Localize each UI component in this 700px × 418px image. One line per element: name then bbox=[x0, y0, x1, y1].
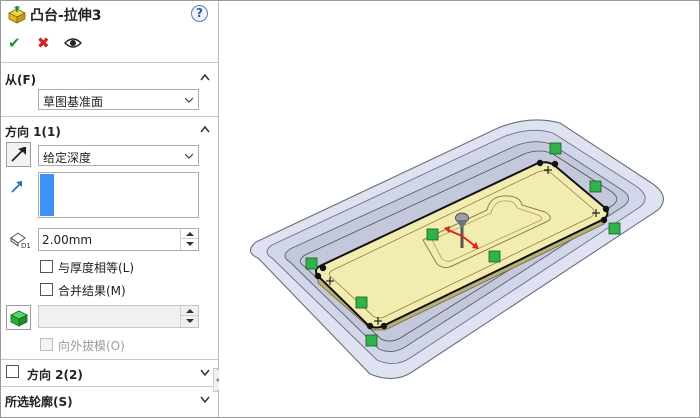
merge-result-checkbox[interactable] bbox=[40, 283, 53, 296]
model-preview[interactable] bbox=[219, 0, 700, 418]
stepper-up[interactable] bbox=[181, 229, 198, 239]
reverse-direction-icon bbox=[11, 147, 26, 162]
chevron-up-icon[interactable] bbox=[200, 125, 210, 133]
chevron-down-icon bbox=[185, 153, 193, 159]
chevron-up-icon[interactable] bbox=[200, 73, 210, 81]
depth-value: 2.00mm bbox=[42, 233, 93, 247]
direction1-section-header[interactable]: 方向 1(1) bbox=[0, 118, 218, 142]
cancel-button[interactable]: ✖ bbox=[37, 34, 50, 52]
merge-result-label: 合并结果(M) bbox=[58, 284, 126, 298]
ok-button[interactable]: ✔ bbox=[8, 34, 21, 52]
direction2-section-header[interactable]: 方向 2(2) bbox=[0, 361, 218, 385]
from-section-label: 从(F) bbox=[5, 73, 37, 87]
boss-extrude-icon bbox=[8, 6, 26, 24]
chevron-down-icon[interactable] bbox=[200, 368, 210, 376]
from-section-header[interactable]: 从(F) bbox=[0, 66, 218, 90]
selected-contours-section-header[interactable]: 所选轮廓(S) bbox=[0, 388, 218, 412]
help-icon[interactable]: ? bbox=[191, 5, 208, 22]
preview-eye-icon[interactable] bbox=[64, 36, 82, 50]
from-select-value: 草图基准面 bbox=[43, 95, 104, 109]
chevron-down-icon bbox=[185, 97, 193, 103]
equal-thickness-checkbox[interactable] bbox=[40, 260, 53, 273]
draft-toggle-button[interactable] bbox=[6, 305, 31, 330]
draft-cube-icon bbox=[10, 310, 28, 327]
chevron-down-icon[interactable] bbox=[200, 395, 210, 403]
draft-outward-label: 向外拔模(O) bbox=[58, 339, 125, 353]
divider bbox=[0, 359, 218, 360]
divider bbox=[0, 62, 218, 63]
direction1-label: 方向 1(1) bbox=[5, 125, 61, 139]
stepper-down[interactable] bbox=[181, 316, 198, 326]
selected-contours-label: 所选轮廓(S) bbox=[5, 395, 73, 409]
depth-dimension-icon: D1 bbox=[10, 232, 31, 249]
svg-text:D1: D1 bbox=[21, 242, 31, 249]
divider bbox=[0, 386, 218, 387]
feature-header: 凸台-拉伸3 ? ✔ ✖ bbox=[0, 0, 218, 62]
property-manager: 凸台-拉伸3 ? ✔ ✖ 从(F) 草图基准面 方向 1(1) 给定深度 D1 … bbox=[0, 0, 219, 418]
draft-angle-input[interactable] bbox=[38, 305, 199, 328]
reverse-direction-button[interactable] bbox=[6, 142, 31, 167]
depth-stepper[interactable] bbox=[180, 229, 198, 250]
draft-angle-stepper[interactable] bbox=[180, 306, 198, 327]
feature-title: 凸台-拉伸3 bbox=[30, 8, 102, 24]
direction-vector-icon bbox=[11, 181, 22, 193]
stepper-down[interactable] bbox=[181, 239, 198, 249]
direction-selection-box[interactable] bbox=[38, 172, 199, 218]
end-condition-value: 给定深度 bbox=[43, 151, 92, 165]
end-condition-select[interactable]: 给定深度 bbox=[38, 145, 199, 166]
from-select[interactable]: 草图基准面 bbox=[38, 89, 199, 110]
direction2-checkbox[interactable] bbox=[6, 365, 19, 378]
equal-thickness-label: 与厚度相等(L) bbox=[58, 261, 135, 275]
selection-highlight bbox=[40, 174, 54, 216]
stepper-up[interactable] bbox=[181, 306, 198, 316]
divider bbox=[0, 116, 218, 117]
draft-outward-checkbox[interactable] bbox=[40, 338, 53, 351]
graphics-viewport[interactable] bbox=[219, 0, 700, 418]
direction2-label: 方向 2(2) bbox=[27, 368, 83, 382]
depth-input[interactable]: 2.00mm bbox=[38, 228, 199, 251]
